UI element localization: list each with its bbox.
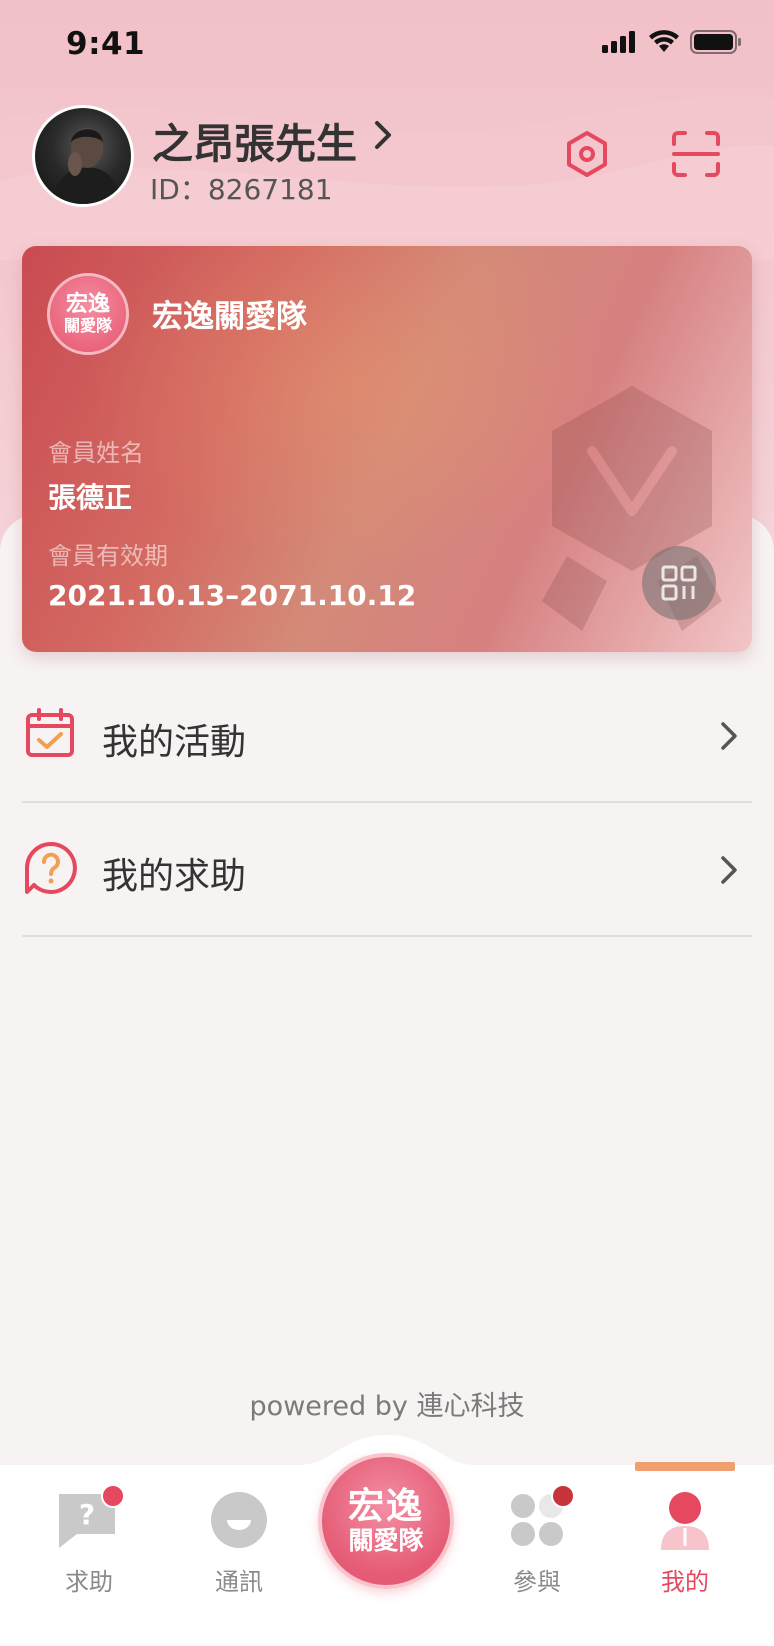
- center-home-button[interactable]: 宏逸 關愛隊: [318, 1453, 454, 1589]
- chat-smile-icon: [211, 1492, 267, 1548]
- tab-participate[interactable]: 參與: [477, 1484, 597, 1597]
- tab-label: 我的: [661, 1568, 709, 1596]
- team-logo-top: 宏逸: [65, 292, 110, 317]
- tab-help[interactable]: ? 求助: [29, 1484, 149, 1597]
- battery-icon: [690, 30, 741, 54]
- validity-label: 會員有效期: [48, 542, 168, 570]
- qr-code-button[interactable]: [642, 546, 716, 620]
- active-tab-indicator: [635, 1462, 735, 1471]
- avatar-photo: [53, 128, 121, 204]
- tab-messages[interactable]: 通訊: [179, 1490, 299, 1597]
- center-button-top: 宏逸: [347, 1486, 424, 1527]
- menu-item-label: 我的求助: [102, 856, 247, 897]
- tab-label: 參與: [513, 1568, 561, 1596]
- member-name: 張德正: [48, 481, 133, 514]
- tab-label: 求助: [65, 1568, 113, 1596]
- avatar[interactable]: [32, 105, 134, 207]
- chevron-right-icon: [721, 856, 737, 884]
- calendar-check-icon: [26, 708, 74, 757]
- profile-name[interactable]: 之昂張先生: [152, 110, 357, 170]
- status-icons: [602, 30, 742, 54]
- notification-dot: [101, 1484, 125, 1508]
- menu-item-my-help-requests[interactable]: 我的求助: [22, 803, 752, 937]
- validity-dates: 2021.10.13–2071.10.12: [48, 579, 417, 612]
- tab-label: 通訊: [215, 1568, 263, 1596]
- notification-dot: [551, 1484, 575, 1508]
- team-logo-bottom: 關愛隊: [63, 316, 112, 335]
- signal-icon: [602, 31, 635, 53]
- svg-text:?: ?: [79, 1498, 95, 1531]
- powered-by-text: powered by 連心科技: [249, 1391, 525, 1422]
- person-icon: [661, 1492, 709, 1550]
- team-logo: 宏逸 關愛隊: [47, 273, 129, 355]
- gear-icon[interactable]: [563, 130, 611, 178]
- question-bubble-icon: [25, 842, 77, 894]
- chevron-right-icon: [721, 722, 737, 750]
- chevron-right-icon[interactable]: [372, 118, 394, 152]
- menu-item-label: 我的活動: [102, 722, 247, 763]
- scan-icon[interactable]: [671, 130, 721, 178]
- team-name: 宏逸關愛隊: [152, 299, 307, 335]
- menu-item-my-activities[interactable]: 我的活動: [22, 669, 752, 803]
- status-time: 9:41: [66, 26, 146, 62]
- qr-code-icon: [661, 565, 697, 601]
- badge-watermark-icon: [542, 386, 722, 631]
- center-button-bottom: 關愛隊: [348, 1526, 424, 1555]
- tab-mine[interactable]: 我的: [625, 1490, 745, 1597]
- member-card[interactable]: 宏逸 關愛隊 宏逸關愛隊 會員姓名 張德正 會員有效期 2021.10.13–2…: [22, 246, 752, 652]
- wifi-icon: [649, 30, 679, 52]
- profile-id: ID：8267181: [150, 173, 333, 206]
- member-name-label: 會員姓名: [48, 439, 144, 467]
